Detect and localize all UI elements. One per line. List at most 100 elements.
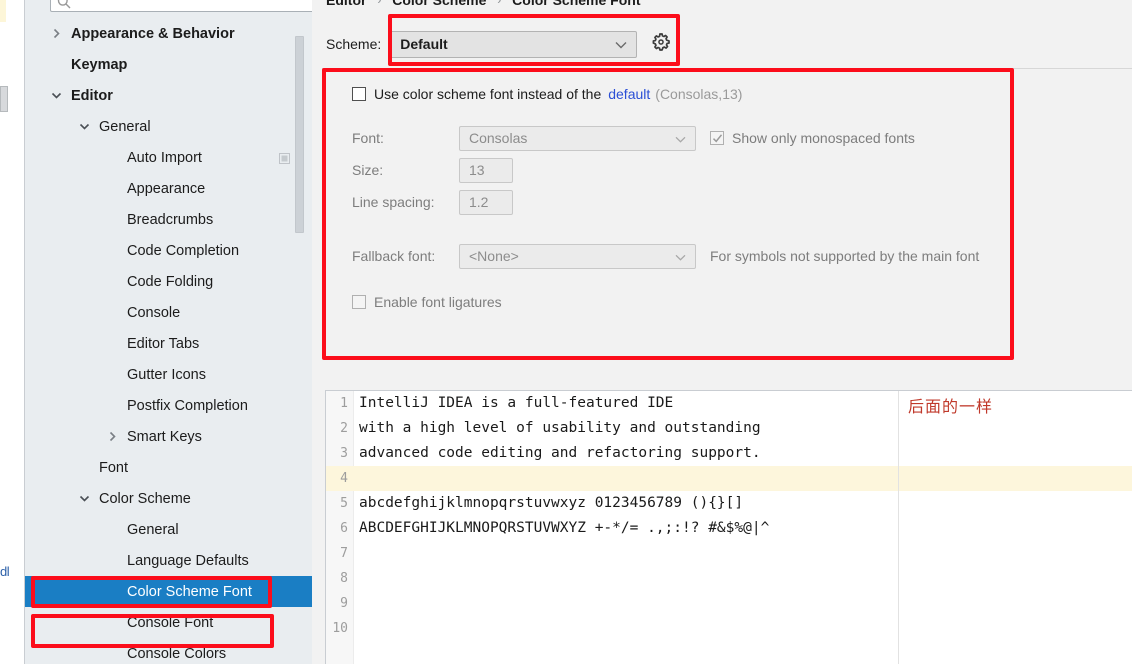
use-scheme-font-row[interactable]: Use color scheme font instead of the def… xyxy=(352,86,742,102)
font-settings-panel: Use color scheme font instead of the def… xyxy=(326,76,1132,356)
sidebar-item-label: General xyxy=(99,118,151,135)
settings-search-box[interactable] xyxy=(50,0,312,12)
sidebar-item-label: Color Scheme Font xyxy=(127,583,252,600)
sidebar-item-language-defaults[interactable]: Language Defaults xyxy=(25,545,312,576)
preview-line: 3 advanced code editing and refactoring s… xyxy=(326,441,1132,466)
preview-line: 1 IntelliJ IDEA is a full-featured IDE xyxy=(326,391,1132,416)
font-label: Font: xyxy=(352,130,384,146)
sidebar-item-color-scheme-font[interactable]: Color Scheme Font xyxy=(25,576,312,607)
preview-line-text: IntelliJ IDEA is a full-featured IDE xyxy=(359,395,674,411)
use-scheme-font-checkbox[interactable] xyxy=(352,87,366,101)
sidebar-item-editor[interactable]: Editor xyxy=(25,80,312,111)
size-input[interactable]: 13 xyxy=(459,157,513,183)
sidebar-item-keymap[interactable]: Keymap xyxy=(25,49,312,80)
breadcrumb-separator-1: › xyxy=(377,0,382,7)
breadcrumb: Editor › Color Scheme › Color Scheme Fon… xyxy=(326,0,641,8)
sidebar-item-label: Editor xyxy=(71,87,113,104)
sidebar-scrollbar-thumb[interactable] xyxy=(295,36,304,233)
preview-line-number: 5 xyxy=(340,496,348,511)
preview-line: 7 xyxy=(326,541,1132,566)
sidebar-item-breadcrumbs[interactable]: Breadcrumbs xyxy=(25,204,312,235)
line-spacing-row: Line spacing: 1.2 xyxy=(352,186,979,218)
chevron-right-icon[interactable] xyxy=(106,430,119,443)
sidebar-scrollbar-track[interactable] xyxy=(295,18,308,233)
sidebar-item-label: Postfix Completion xyxy=(127,397,248,414)
fallback-font-dropdown[interactable]: <None> xyxy=(459,243,696,269)
scheme-label: Scheme: xyxy=(326,36,382,52)
edge-highlight-strip xyxy=(0,0,6,22)
sidebar-item-gutter-icons[interactable]: Gutter Icons xyxy=(25,359,312,390)
size-row: Size: 13 xyxy=(352,154,979,186)
sidebar-item-label: Code Completion xyxy=(127,242,240,259)
search-icon xyxy=(56,0,72,10)
preview-code-area[interactable]: 1 IntelliJ IDEA is a full-featured IDE 2 wi… xyxy=(326,391,1132,641)
sidebar-item-code-completion[interactable]: Code Completion xyxy=(25,235,312,266)
edge-tool-tab xyxy=(0,86,8,112)
sidebar-item-label: Appearance & Behavior xyxy=(71,25,235,42)
sidebar-item-label: Keymap xyxy=(71,56,128,73)
sidebar-item-smart-keys[interactable]: Smart Keys xyxy=(25,421,312,452)
sidebar-item-label: Breadcrumbs xyxy=(127,211,214,228)
sidebar-item-editor-tabs[interactable]: Editor Tabs xyxy=(25,328,312,359)
preview-vertical-divider xyxy=(898,391,899,664)
sidebar-item-general[interactable]: General xyxy=(25,514,312,545)
chevron-down-icon[interactable] xyxy=(50,89,63,102)
size-value: 13 xyxy=(469,162,485,178)
preview-line: 2 with a high level of usability and outs… xyxy=(326,416,1132,441)
search-input[interactable] xyxy=(72,0,312,10)
sidebar-item-label: Console Font xyxy=(127,614,214,631)
sidebar-item-console[interactable]: Console xyxy=(25,297,312,328)
sidebar-item-color-scheme[interactable]: Color Scheme xyxy=(25,483,312,514)
sidebar-item-console-font[interactable]: Console Font xyxy=(25,607,312,638)
sidebar-item-general[interactable]: General xyxy=(25,111,312,142)
sidebar-item-font[interactable]: Font xyxy=(25,452,312,483)
preview-line-text: advanced code editing and refactoring su… xyxy=(359,445,761,461)
size-label: Size: xyxy=(352,162,384,178)
breadcrumb-part-color-scheme[interactable]: Color Scheme xyxy=(392,0,486,8)
default-font-link[interactable]: default xyxy=(608,86,650,102)
font-form: Font: Consolas Show only monospaced font… xyxy=(352,122,979,318)
fallback-font-label: Fallback font: xyxy=(352,248,436,264)
ligatures-checkbox[interactable] xyxy=(352,295,366,309)
ligatures-group[interactable]: Enable font ligatures xyxy=(352,294,502,310)
chevron-right-icon[interactable] xyxy=(50,27,63,40)
font-dropdown[interactable]: Consolas xyxy=(459,125,696,151)
settings-tree: Appearance & Behavior Keymap Editor General… xyxy=(25,18,312,664)
breadcrumb-part-editor[interactable]: Editor xyxy=(326,0,366,8)
preview-line-number: 2 xyxy=(340,421,348,436)
ligatures-row[interactable]: Enable font ligatures xyxy=(352,286,979,318)
chevron-down-icon[interactable] xyxy=(78,492,91,505)
preview-line-number: 9 xyxy=(340,596,348,611)
preview-line: 6 ABCDEFGHIJKLMNOPQRSTUVWXYZ +-*/= .,;:!?… xyxy=(326,516,1132,541)
monospaced-checkbox[interactable] xyxy=(710,131,724,145)
scheme-divider xyxy=(322,68,1132,69)
sidebar-item-postfix-completion[interactable]: Postfix Completion xyxy=(25,390,312,421)
ligatures-label: Enable font ligatures xyxy=(374,294,502,310)
sidebar-item-appearance-behavior[interactable]: Appearance & Behavior xyxy=(25,18,312,49)
sidebar-item-appearance[interactable]: Appearance xyxy=(25,173,312,204)
sidebar-item-label: Appearance xyxy=(127,180,206,197)
sidebar-item-label: Smart Keys xyxy=(127,428,202,445)
monospaced-row[interactable]: Show only monospaced fonts xyxy=(710,130,915,146)
copy-settings-icon xyxy=(279,152,290,164)
sidebar-item-auto-import[interactable]: Auto Import xyxy=(25,142,312,173)
default-font-detail: (Consolas,13) xyxy=(655,86,743,102)
sidebar-item-console-colors[interactable]: Console Colors xyxy=(25,638,312,664)
preview-line: 9 xyxy=(326,591,1132,616)
preview-line-number: 3 xyxy=(340,446,348,461)
font-dropdown-value: Consolas xyxy=(469,130,528,146)
preview-line-text: abcdefghijklmnopqrstuvwxyz 0123456789 ()… xyxy=(359,495,744,511)
scheme-settings-button[interactable] xyxy=(651,32,671,54)
settings-dialog: dl Appearance & Behavior Keymap Editor Gene… xyxy=(0,0,1132,664)
line-spacing-input[interactable]: 1.2 xyxy=(459,189,513,215)
preview-line-number: 4 xyxy=(340,471,348,486)
scheme-dropdown[interactable]: Default xyxy=(390,30,638,58)
sidebar-item-label: Font xyxy=(99,459,129,476)
fallback-font-hint: For symbols not supported by the main fo… xyxy=(710,248,980,264)
chevron-down-icon[interactable] xyxy=(78,120,91,133)
sidebar-item-code-folding[interactable]: Code Folding xyxy=(25,266,312,297)
